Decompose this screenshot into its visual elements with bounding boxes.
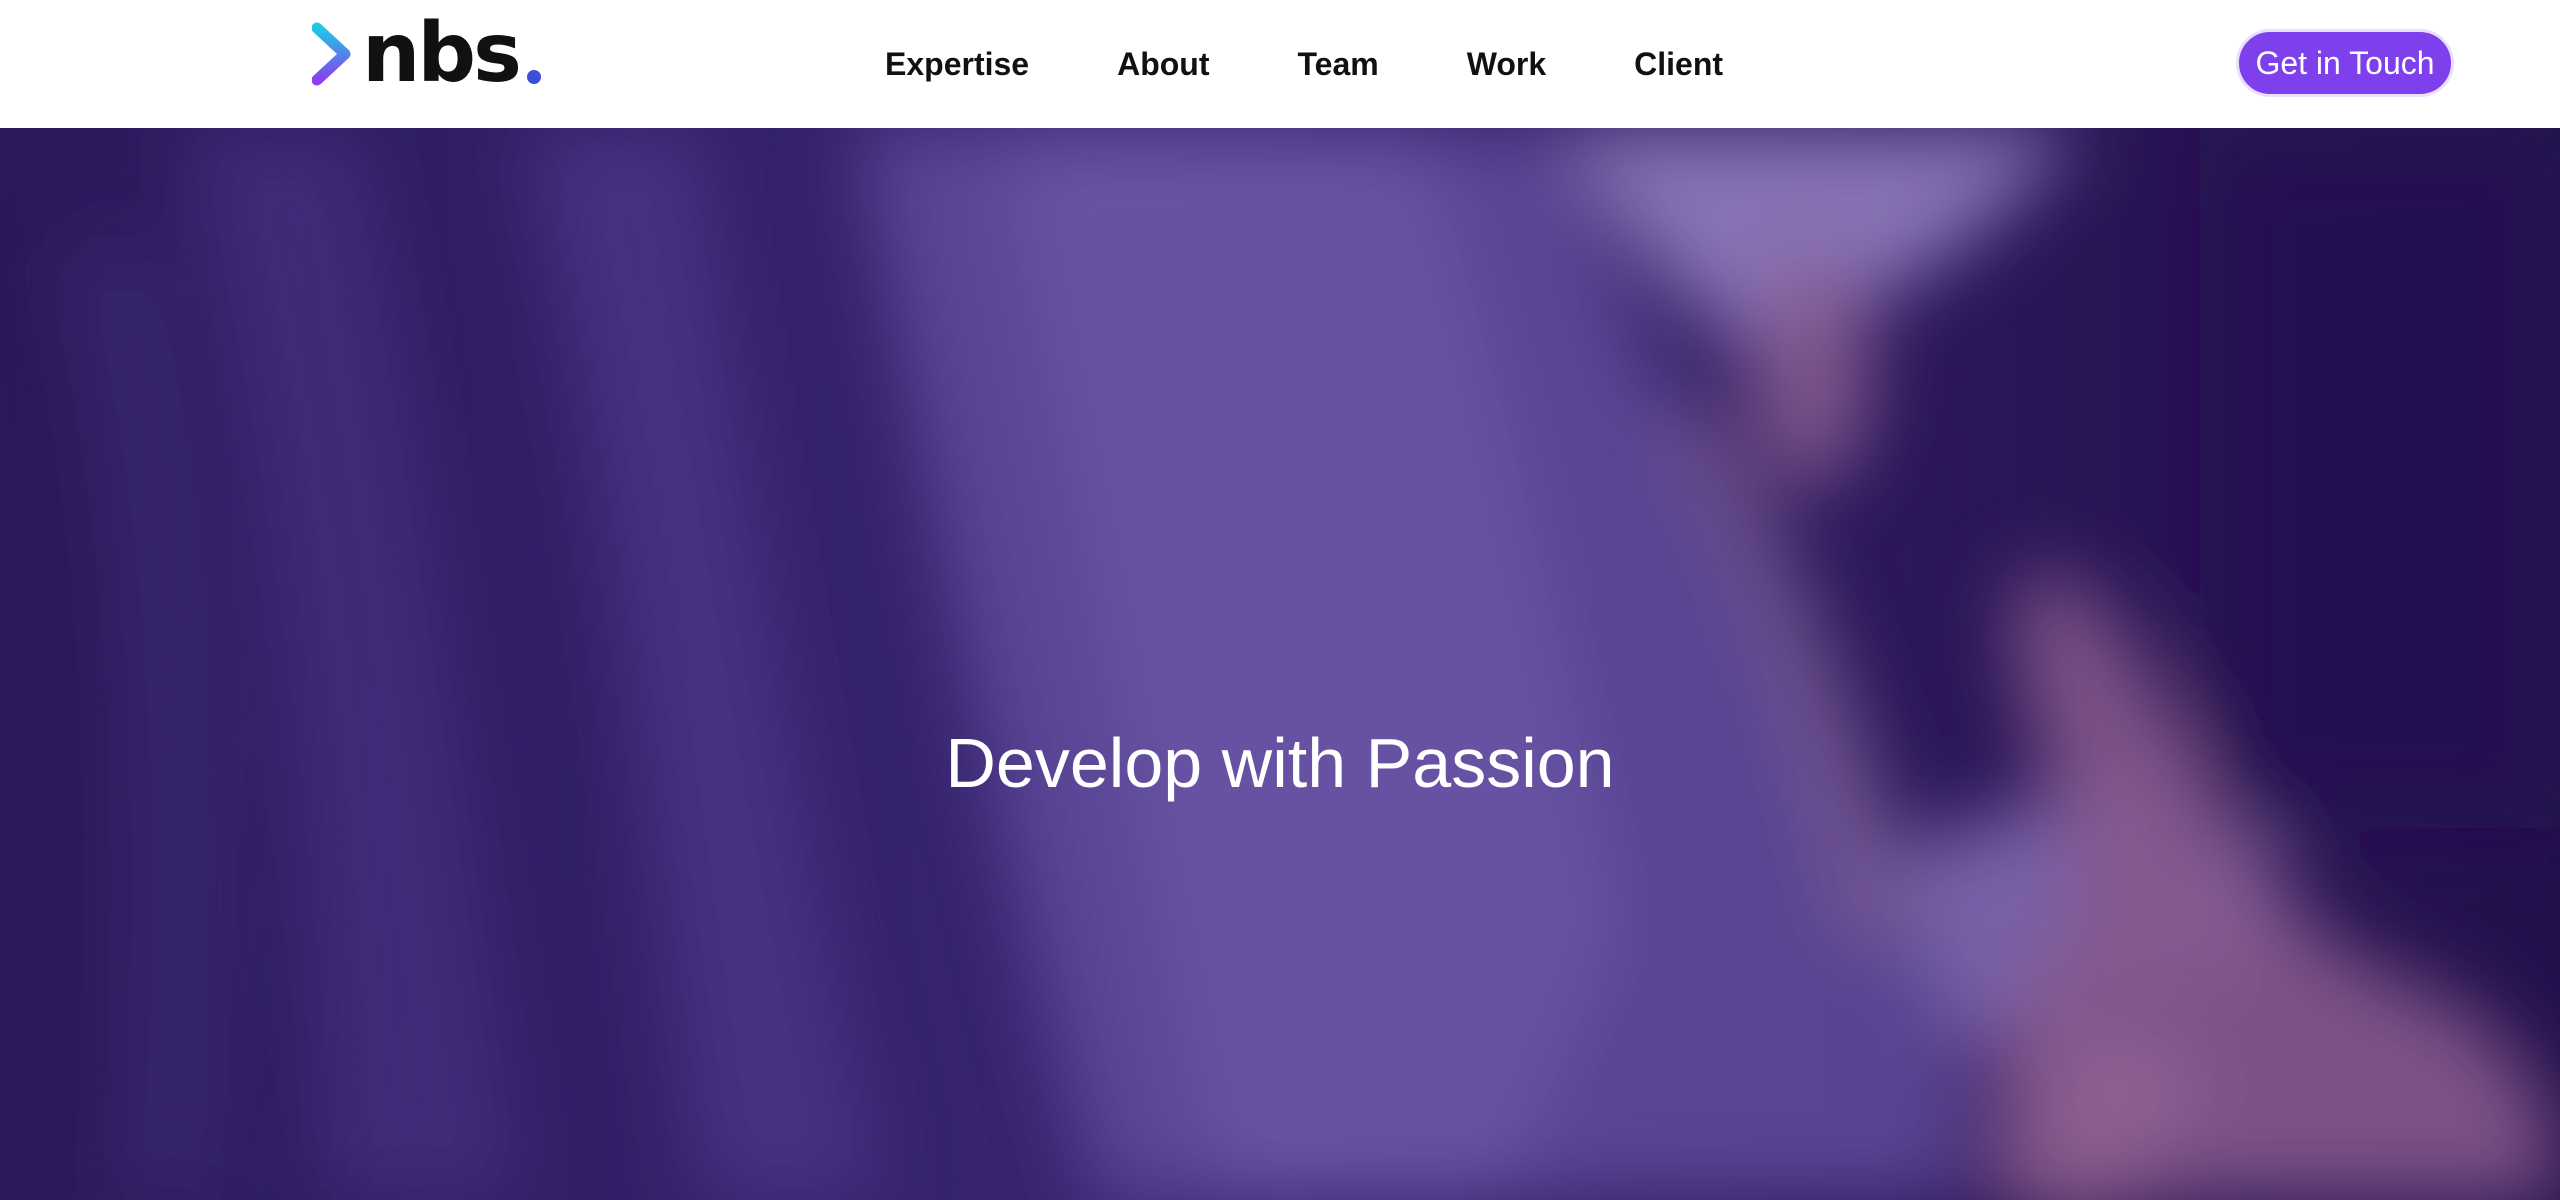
chevron-logo-icon bbox=[312, 22, 351, 86]
hero-background-image bbox=[0, 128, 2560, 1200]
nav-link-about[interactable]: About bbox=[1117, 46, 1209, 83]
logo-dot bbox=[526, 70, 541, 84]
get-in-touch-button[interactable]: Get in Touch bbox=[2236, 29, 2454, 97]
nav-link-expertise[interactable]: Expertise bbox=[885, 46, 1029, 83]
logo-link[interactable]: nbs bbox=[312, 6, 541, 101]
logo-wordmark: nbs bbox=[362, 6, 522, 101]
hero-title: Develop with Passion bbox=[945, 724, 1615, 802]
hero-section: Develop with Passion bbox=[0, 128, 2560, 1200]
site-header: nbs Expertise About Team Work Client Get… bbox=[0, 0, 2560, 128]
nav-link-team[interactable]: Team bbox=[1297, 46, 1378, 83]
nav-link-work[interactable]: Work bbox=[1467, 46, 1546, 83]
main-nav: Expertise About Team Work Client bbox=[885, 38, 1723, 90]
nav-link-client[interactable]: Client bbox=[1634, 46, 1723, 83]
